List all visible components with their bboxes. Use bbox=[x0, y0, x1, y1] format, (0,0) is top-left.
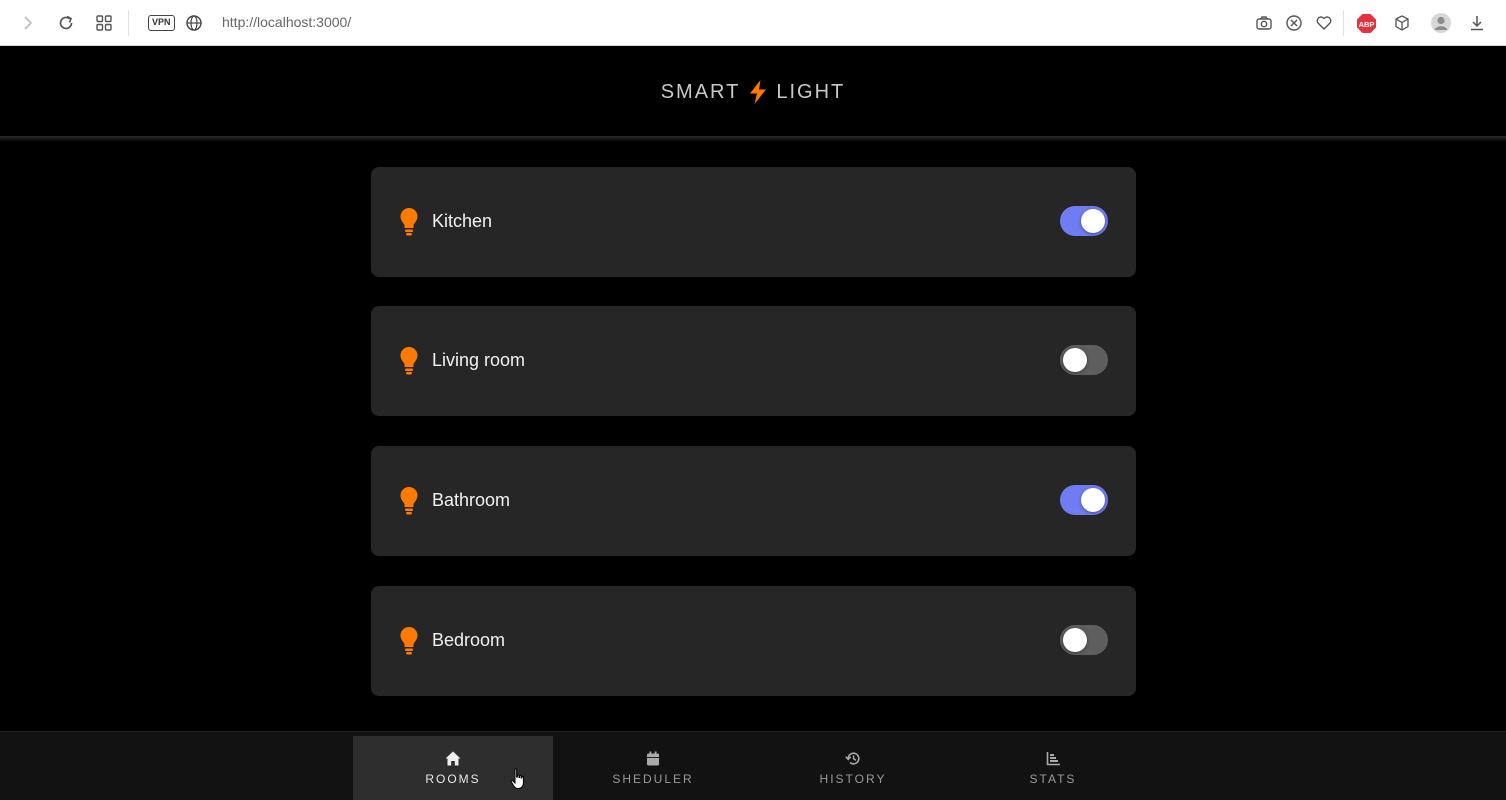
nav-stats[interactable]: STATS bbox=[953, 736, 1153, 800]
browser-toolbar: VPN http://localhost:3000/ ABP bbox=[0, 0, 1506, 46]
toolbar-divider bbox=[128, 10, 129, 36]
room-light-toggle[interactable] bbox=[1060, 485, 1108, 515]
bottom-navigation: ROOMS SHEDULER HISTORY STATS bbox=[0, 731, 1506, 800]
nav-label: HISTORY bbox=[819, 772, 887, 786]
address-bar-url[interactable]: http://localhost:3000/ bbox=[222, 14, 351, 30]
mouse-pointer-icon bbox=[510, 768, 524, 789]
app-header: SMART LIGHT bbox=[0, 46, 1506, 138]
adblock-icon[interactable]: ABP bbox=[1356, 13, 1377, 34]
lightbulb-icon bbox=[400, 347, 418, 375]
app-title-right: LIGHT bbox=[776, 80, 846, 103]
nav-sheduler[interactable]: SHEDULER bbox=[553, 736, 753, 800]
block-icon[interactable] bbox=[1285, 14, 1303, 32]
app-title: SMART LIGHT bbox=[661, 80, 846, 104]
svg-text:ABP: ABP bbox=[1359, 20, 1375, 29]
tabs-grid-icon[interactable] bbox=[95, 14, 113, 32]
extension-cube-icon[interactable] bbox=[1393, 14, 1411, 32]
download-icon[interactable] bbox=[1468, 14, 1486, 32]
room-name: Bedroom bbox=[432, 630, 506, 650]
app-title-left: SMART bbox=[660, 80, 741, 103]
vpn-badge[interactable]: VPN bbox=[148, 15, 175, 31]
lightbulb-icon bbox=[400, 627, 418, 655]
reload-icon[interactable] bbox=[57, 14, 75, 32]
room-light-toggle[interactable] bbox=[1060, 345, 1108, 375]
room-name: Kitchen bbox=[432, 211, 493, 231]
room-light-toggle[interactable] bbox=[1060, 206, 1108, 236]
globe-icon[interactable] bbox=[185, 14, 203, 32]
toolbar-divider bbox=[1343, 10, 1344, 36]
nav-label: STATS bbox=[1029, 772, 1077, 786]
chart-icon bbox=[1046, 752, 1060, 766]
camera-icon[interactable] bbox=[1255, 14, 1273, 32]
room-name: Bathroom bbox=[432, 490, 511, 510]
lightbulb-icon bbox=[400, 487, 418, 515]
toggle-knob bbox=[1063, 628, 1087, 652]
lightning-bolt-icon bbox=[750, 80, 767, 104]
room-light-toggle[interactable] bbox=[1060, 625, 1108, 655]
header-divider bbox=[0, 136, 1506, 142]
calendar-icon bbox=[647, 751, 659, 766]
room-card: Living room bbox=[371, 306, 1136, 416]
room-card: Kitchen bbox=[371, 167, 1136, 277]
forward-icon[interactable] bbox=[20, 14, 36, 32]
home-icon bbox=[445, 751, 461, 766]
nav-label: SHEDULER bbox=[612, 772, 694, 786]
toggle-knob bbox=[1081, 209, 1105, 233]
toggle-knob bbox=[1081, 488, 1105, 512]
history-icon bbox=[845, 752, 860, 765]
heart-icon[interactable] bbox=[1315, 14, 1333, 32]
nav-label: ROOMS bbox=[425, 772, 481, 786]
nav-history[interactable]: HISTORY bbox=[753, 736, 953, 800]
room-name: Living room bbox=[432, 350, 526, 370]
profile-avatar-icon[interactable] bbox=[1430, 12, 1452, 34]
room-card: Bedroom bbox=[371, 586, 1136, 696]
toggle-knob bbox=[1063, 348, 1087, 372]
lightbulb-icon bbox=[400, 208, 418, 236]
room-card: Bathroom bbox=[371, 446, 1136, 556]
